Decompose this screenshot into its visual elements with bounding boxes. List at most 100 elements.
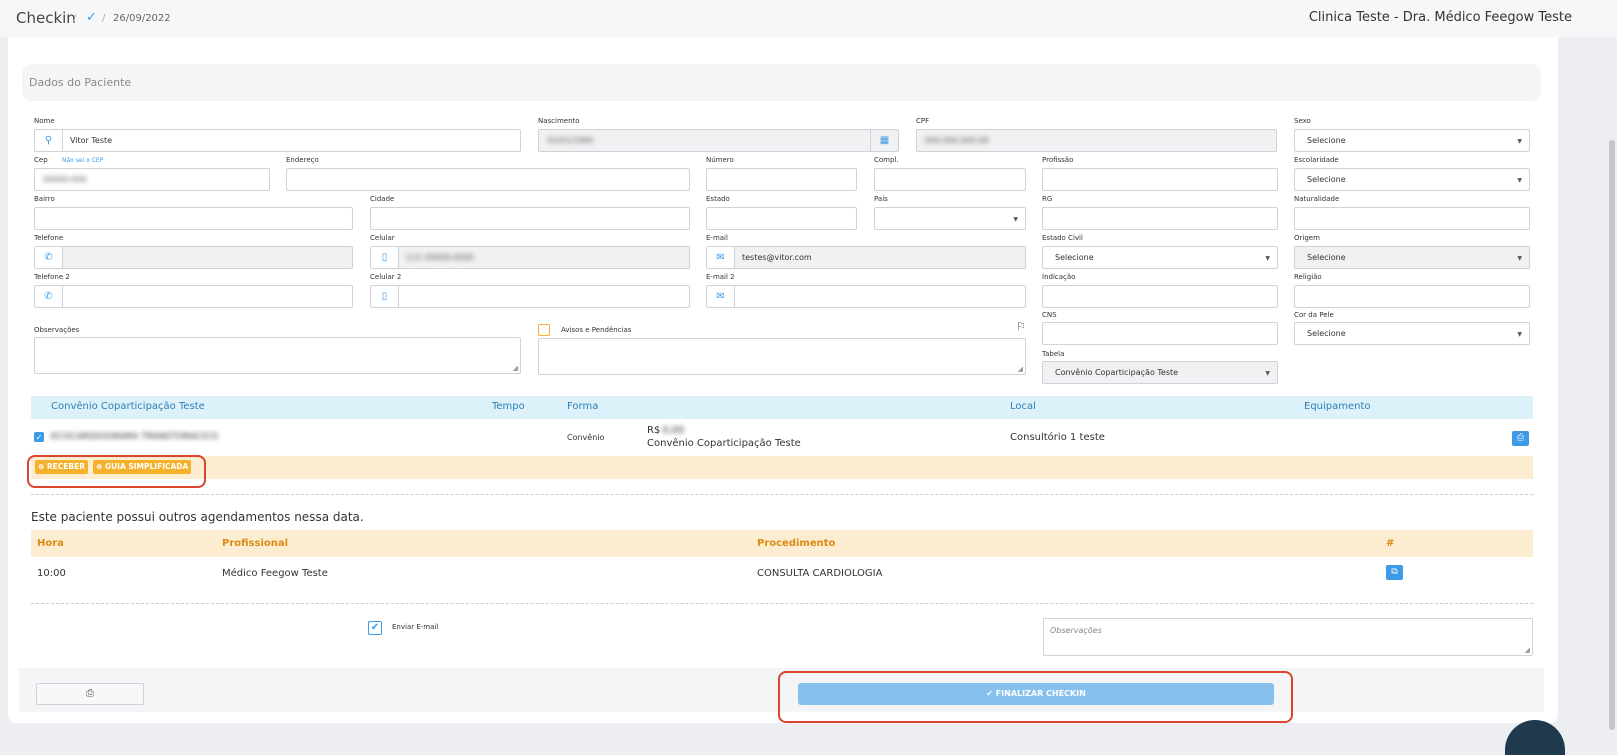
schedule-procedimento: CONSULTA CARDIOLOGIA <box>757 568 883 579</box>
nao-sei-cep-link[interactable]: Não sei o CEP <box>62 157 103 164</box>
col-procedimento: Procedimento <box>757 538 836 549</box>
resize-handle-icon[interactable]: ◢ <box>1525 646 1530 654</box>
schedule-notice: Este paciente possui outros agendamentos… <box>31 510 364 524</box>
numero-input[interactable] <box>706 168 857 191</box>
highlight-box <box>27 455 206 488</box>
celular-input[interactable]: ▯ (11) 00000-0000 <box>370 246 690 269</box>
col-local: Local <box>1010 401 1036 412</box>
col-forma: Forma <box>567 401 599 412</box>
procedure-forma: Convênio <box>567 433 605 442</box>
checkin-observacoes-textarea[interactable]: Observações ◢ <box>1043 618 1533 656</box>
scrollbar[interactable] <box>1609 140 1615 730</box>
flag-icon[interactable]: ⚐ <box>1016 320 1026 333</box>
profissao-label: Profissão <box>1042 156 1074 164</box>
phone-icon: ✆ <box>35 247 63 268</box>
bairro-input[interactable] <box>34 207 353 230</box>
bairro-label: Bairro <box>34 195 55 203</box>
enviar-email-checkbox[interactable]: ✔ <box>368 621 382 635</box>
schedule-hora: 10:00 <box>37 568 66 579</box>
religiao-input[interactable] <box>1294 285 1530 308</box>
cidade-input[interactable] <box>370 207 690 230</box>
print-icon[interactable]: ⎙ <box>1512 431 1529 446</box>
breadcrumb-title[interactable]: Checkin <box>16 9 76 27</box>
cor-pele-label: Cor da Pele <box>1294 311 1334 319</box>
cns-input[interactable] <box>1042 322 1278 345</box>
resize-handle-icon[interactable]: ◢ <box>513 364 518 372</box>
chevron-down-icon: ▼ <box>1517 138 1522 145</box>
email-label: E-mail <box>706 234 728 242</box>
chat-widget[interactable] <box>1505 720 1565 755</box>
sexo-select[interactable]: Selecione ▼ <box>1294 129 1530 152</box>
chevron-down-icon: ▼ <box>1517 177 1522 184</box>
email-input[interactable]: ✉ testes@vitor.com <box>706 246 1026 269</box>
celular2-input[interactable]: ▯ <box>370 285 690 308</box>
nome-input[interactable]: ⚲ Vitor Teste <box>34 129 521 152</box>
procedure-actions-bar <box>31 456 1533 479</box>
cpf-label: CPF <box>916 117 930 125</box>
phone-icon: ✆ <box>35 286 63 307</box>
profissao-input[interactable] <box>1042 168 1278 191</box>
nascimento-input[interactable]: 01/01/1990 ▦ <box>538 129 899 152</box>
indicacao-input[interactable] <box>1042 285 1278 308</box>
cpf-input[interactable]: 000.000.000-00 <box>916 129 1277 152</box>
top-bar: Checkin / ✓ / 26/09/2022 Clinica Teste -… <box>0 0 1617 37</box>
cor-pele-select[interactable]: Selecione ▼ <box>1294 322 1530 345</box>
col-profissional: Profissional <box>222 538 289 549</box>
pais-label: País <box>874 195 888 203</box>
avisos-checkbox[interactable] <box>538 324 550 336</box>
origem-select[interactable]: Selecione ▼ <box>1294 246 1530 269</box>
pais-select[interactable]: ▼ <box>874 207 1026 230</box>
rg-label: RG <box>1042 195 1053 203</box>
telefone2-label: Telefone 2 <box>34 273 70 281</box>
col-hash: # <box>1386 538 1395 549</box>
external-link-icon[interactable]: ⧉ <box>1386 565 1403 580</box>
clinic-name: Clinica Teste - Dra. Médico Feegow Teste <box>1308 10 1572 25</box>
mobile-icon: ▯ <box>371 286 399 307</box>
celular-label: Celular <box>370 234 395 242</box>
calendar-icon[interactable]: ▦ <box>870 130 898 151</box>
resize-handle-icon[interactable]: ◢ <box>1018 365 1023 373</box>
naturalidade-label: Naturalidade <box>1294 195 1340 203</box>
endereco-input[interactable] <box>286 168 690 191</box>
tabela-select[interactable]: Convênio Coparticipação Teste ▼ <box>1042 361 1278 384</box>
print-button[interactable]: ⎙ <box>36 683 144 705</box>
tabela-label: Tabela <box>1042 350 1065 358</box>
col-tempo: Tempo <box>492 401 525 412</box>
email2-input[interactable]: ✉ <box>706 285 1026 308</box>
compl-input[interactable] <box>874 168 1026 191</box>
telefone-input[interactable]: ✆ <box>34 246 353 269</box>
procedure-local: Consultório 1 teste <box>1010 432 1105 443</box>
schedule-profissional: Médico Feegow Teste <box>222 568 328 579</box>
cep-input[interactable]: 00000-000 <box>34 168 270 191</box>
chevron-down-icon: ▼ <box>1517 255 1522 262</box>
avisos-textarea[interactable]: ◢ <box>538 338 1026 375</box>
religiao-label: Religião <box>1294 273 1322 281</box>
cep-label: Cep <box>34 156 48 164</box>
endereco-label: Endereço <box>286 156 319 164</box>
breadcrumb-separator: / <box>102 13 106 24</box>
divider <box>31 603 1533 604</box>
print-icon: ⎙ <box>86 688 94 699</box>
procedure-name: ECOCARDIOGRAMA TRANSTORACICO <box>51 432 218 442</box>
col-hora: Hora <box>37 538 64 549</box>
breadcrumb-separator: / <box>73 13 77 24</box>
cns-label: CNS <box>1042 311 1057 319</box>
escolaridade-select[interactable]: Selecione ▼ <box>1294 168 1530 191</box>
estado-civil-select[interactable]: Selecione ▼ <box>1042 246 1278 269</box>
procedure-checkbox[interactable]: ✓ <box>34 432 44 442</box>
rg-input[interactable] <box>1042 207 1278 230</box>
search-icon[interactable]: ⚲ <box>35 130 63 151</box>
mobile-icon: ▯ <box>371 247 399 268</box>
envelope-icon: ✉ <box>707 247 735 268</box>
check-icon: ✓ <box>86 10 97 25</box>
telefone2-input[interactable]: ✆ <box>34 285 353 308</box>
chevron-down-icon: ▼ <box>1517 331 1522 338</box>
avisos-label: Avisos e Pendências <box>561 326 632 334</box>
escolaridade-label: Escolaridade <box>1294 156 1339 164</box>
section-title: Dados do Paciente <box>29 76 132 89</box>
divider <box>31 494 1533 495</box>
naturalidade-input[interactable] <box>1294 207 1530 230</box>
observacoes-textarea[interactable]: ◢ <box>34 337 521 374</box>
estado-input[interactable] <box>706 207 857 230</box>
sexo-label: Sexo <box>1294 117 1311 125</box>
